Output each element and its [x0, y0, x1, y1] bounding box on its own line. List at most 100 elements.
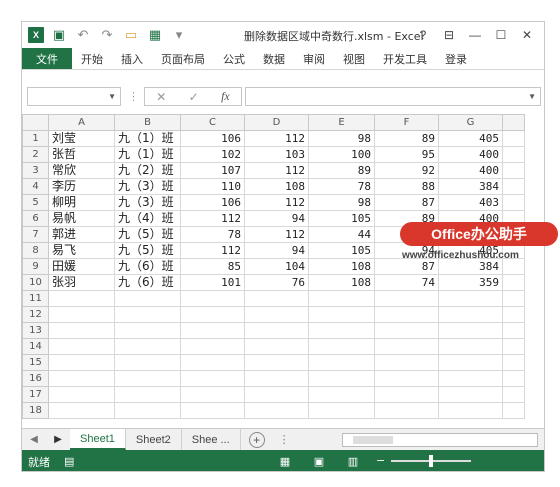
cell-g[interactable] [438, 386, 503, 403]
cell-h[interactable] [502, 162, 525, 179]
cell-b[interactable] [114, 322, 181, 339]
cell-f[interactable] [374, 322, 439, 339]
cell-c[interactable] [180, 322, 245, 339]
column-header-e[interactable]: E [308, 114, 375, 131]
row-header[interactable]: 13 [22, 322, 49, 339]
restore-button[interactable]: ☐ [488, 24, 514, 46]
page-break-view-icon[interactable]: ▥ [342, 453, 364, 469]
cell-e[interactable] [308, 338, 375, 355]
cell-c[interactable] [180, 402, 245, 419]
cell-b[interactable]: 九（5）班 [114, 226, 181, 243]
row-header[interactable]: 2 [22, 146, 49, 163]
row-header[interactable]: 16 [22, 370, 49, 387]
cell-b[interactable]: 九（2）班 [114, 162, 181, 179]
select-all-corner[interactable] [22, 114, 49, 131]
row-header[interactable]: 9 [22, 258, 49, 275]
cell-g[interactable] [438, 354, 503, 371]
cell-h[interactable] [502, 274, 525, 291]
column-header-b[interactable]: B [114, 114, 181, 131]
tab-insert[interactable]: 插入 [112, 48, 152, 69]
cell-e[interactable] [308, 386, 375, 403]
cell-a[interactable]: 张哲 [48, 146, 115, 163]
cell-f[interactable] [374, 386, 439, 403]
cell-d[interactable]: 104 [244, 258, 309, 275]
row-header[interactable]: 10 [22, 274, 49, 291]
cell-g[interactable] [438, 290, 503, 307]
cell-g[interactable] [438, 322, 503, 339]
cell-a[interactable]: 柳明 [48, 194, 115, 211]
cell-f[interactable] [374, 370, 439, 387]
tab-formulas[interactable]: 公式 [214, 48, 254, 69]
cell-f[interactable] [374, 290, 439, 307]
cell-c[interactable] [180, 354, 245, 371]
cell-h[interactable] [502, 402, 525, 419]
row-header[interactable]: 6 [22, 210, 49, 227]
row-header[interactable]: 4 [22, 178, 49, 195]
cell-e[interactable] [308, 402, 375, 419]
cell-b[interactable] [114, 290, 181, 307]
cell-g[interactable] [438, 402, 503, 419]
cell-h[interactable] [502, 322, 525, 339]
chevron-down-icon[interactable]: ▼ [108, 92, 116, 101]
cell-a[interactable] [48, 290, 115, 307]
tab-page-layout[interactable]: 页面布局 [152, 48, 214, 69]
cell-b[interactable]: 九（6）班 [114, 258, 181, 275]
cell-a[interactable] [48, 370, 115, 387]
cell-f[interactable]: 92 [374, 162, 439, 179]
open-folder-icon[interactable]: ▭ [122, 26, 140, 44]
row-header[interactable]: 3 [22, 162, 49, 179]
close-button[interactable]: ✕ [514, 24, 540, 46]
column-header-f[interactable]: F [374, 114, 439, 131]
cell-f[interactable]: 88 [374, 178, 439, 195]
row-header[interactable]: 11 [22, 290, 49, 307]
cell-d[interactable] [244, 402, 309, 419]
zoom-slider[interactable] [391, 454, 472, 467]
cell-b[interactable]: 九（4）班 [114, 210, 181, 227]
cell-h[interactable] [502, 178, 525, 195]
column-header-a[interactable]: A [48, 114, 115, 131]
sheet-tab-more[interactable]: Shee ... [182, 429, 241, 450]
cell-g[interactable]: 400 [438, 162, 503, 179]
cell-e[interactable] [308, 354, 375, 371]
cell-a[interactable]: 郭进 [48, 226, 115, 243]
cell-h[interactable] [502, 146, 525, 163]
cell-a[interactable] [48, 306, 115, 323]
cell-a[interactable]: 张羽 [48, 274, 115, 291]
cell-c[interactable]: 106 [180, 130, 245, 147]
zoom-out-icon[interactable]: − [376, 454, 385, 467]
cell-g[interactable]: 359 [438, 274, 503, 291]
row-header[interactable]: 1 [22, 130, 49, 147]
cell-a[interactable]: 李历 [48, 178, 115, 195]
cell-e[interactable] [308, 290, 375, 307]
normal-view-icon[interactable]: ▦ [274, 453, 296, 469]
add-sheet-icon[interactable]: + [248, 431, 265, 448]
cell-f[interactable]: 74 [374, 274, 439, 291]
cell-e[interactable]: 89 [308, 162, 375, 179]
cell-c[interactable]: 112 [180, 242, 245, 259]
cell-e[interactable]: 100 [308, 146, 375, 163]
horizontal-scrollbar[interactable] [342, 433, 538, 447]
cell-e[interactable]: 108 [308, 274, 375, 291]
cell-c[interactable] [180, 338, 245, 355]
cell-d[interactable] [244, 290, 309, 307]
tab-home[interactable]: 开始 [72, 48, 112, 69]
cell-h[interactable] [502, 194, 525, 211]
print-preview-icon[interactable]: ▦ [146, 26, 164, 44]
cell-d[interactable]: 112 [244, 194, 309, 211]
cell-e[interactable]: 98 [308, 130, 375, 147]
zoom-slider-knob[interactable] [429, 454, 434, 467]
column-header-g[interactable]: G [438, 114, 503, 131]
cell-e[interactable]: 78 [308, 178, 375, 195]
cell-a[interactable] [48, 322, 115, 339]
cell-e[interactable]: 105 [308, 242, 375, 259]
cell-c[interactable] [180, 306, 245, 323]
tab-data[interactable]: 数据 [254, 48, 294, 69]
cell-f[interactable] [374, 402, 439, 419]
minimize-button[interactable]: — [462, 24, 488, 46]
redo-icon[interactable]: ↷ [98, 26, 116, 44]
next-sheet-icon[interactable]: ▶ [46, 434, 70, 445]
cancel-entry-icon[interactable]: ✕ [156, 90, 166, 104]
cell-g[interactable] [438, 370, 503, 387]
row-header[interactable]: 12 [22, 306, 49, 323]
cell-g[interactable]: 384 [438, 178, 503, 195]
